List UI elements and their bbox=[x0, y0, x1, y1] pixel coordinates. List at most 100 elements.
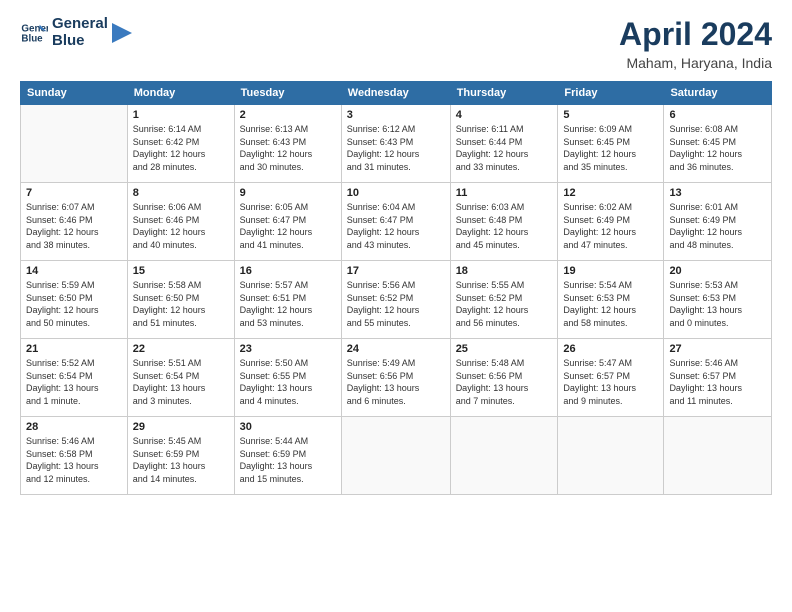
day-info: Sunrise: 5:59 AM Sunset: 6:50 PM Dayligh… bbox=[26, 279, 122, 329]
calendar-cell: 16 Sunrise: 5:57 AM Sunset: 6:51 PM Dayli… bbox=[234, 261, 341, 339]
day-info: Sunrise: 5:49 AM Sunset: 6:56 PM Dayligh… bbox=[347, 357, 445, 407]
day-number: 16 bbox=[240, 265, 336, 277]
day-number: 2 bbox=[240, 109, 336, 121]
calendar-cell: 27Sunrise: 5:46 AM Sunset: 6:57 PM Dayli… bbox=[664, 339, 772, 417]
day-info: Sunrise: 5:44 AM Sunset: 6:59 PM Dayligh… bbox=[240, 435, 336, 485]
day-info: Sunrise: 6:14 AM Sunset: 6:42 PM Dayligh… bbox=[133, 123, 229, 173]
calendar-cell bbox=[341, 417, 450, 495]
day-info: Sunrise: 5:58 AM Sunset: 6:50 PM Dayligh… bbox=[133, 279, 229, 329]
calendar-cell: 30Sunrise: 5:44 AM Sunset: 6:59 PM Dayli… bbox=[234, 417, 341, 495]
header-wednesday: Wednesday bbox=[341, 82, 450, 105]
logo-icon: General Blue bbox=[20, 19, 48, 47]
day-number: 20 bbox=[669, 265, 766, 277]
day-info: Sunrise: 6:01 AM Sunset: 6:49 PM Dayligh… bbox=[669, 201, 766, 251]
day-info: Sunrise: 5:54 AM Sunset: 6:53 PM Dayligh… bbox=[563, 279, 658, 329]
day-info: Sunrise: 6:13 AM Sunset: 6:43 PM Dayligh… bbox=[240, 123, 336, 173]
calendar-header-row: Sunday Monday Tuesday Wednesday Thursday… bbox=[21, 82, 772, 105]
calendar-cell: 14 Sunrise: 5:59 AM Sunset: 6:50 PM Dayli… bbox=[21, 261, 128, 339]
day-number: 22 bbox=[133, 343, 229, 355]
day-number: 29 bbox=[133, 421, 229, 433]
day-number: 3 bbox=[347, 109, 445, 121]
day-info: Sunrise: 5:47 AM Sunset: 6:57 PM Dayligh… bbox=[563, 357, 658, 407]
header-saturday: Saturday bbox=[664, 82, 772, 105]
day-info: Sunrise: 6:05 AM Sunset: 6:47 PM Dayligh… bbox=[240, 201, 336, 251]
day-info: Sunrise: 5:51 AM Sunset: 6:54 PM Dayligh… bbox=[133, 357, 229, 407]
day-number: 28 bbox=[26, 421, 122, 433]
day-info: Sunrise: 5:52 AM Sunset: 6:54 PM Dayligh… bbox=[26, 357, 122, 407]
calendar-cell: 5 Sunrise: 6:09 AM Sunset: 6:45 PM Daylig… bbox=[558, 105, 664, 183]
calendar-week-1: 1 Sunrise: 6:14 AM Sunset: 6:42 PM Daylig… bbox=[21, 105, 772, 183]
day-number: 18 bbox=[456, 265, 553, 277]
calendar-cell bbox=[558, 417, 664, 495]
logo-text-block: General Blue bbox=[52, 16, 108, 49]
logo-line2: Blue bbox=[52, 33, 108, 50]
day-number: 11 bbox=[456, 187, 553, 199]
calendar-cell: 25 Sunrise: 5:48 AM Sunset: 6:56 PM Dayli… bbox=[450, 339, 558, 417]
day-number: 10 bbox=[347, 187, 445, 199]
day-number: 19 bbox=[563, 265, 658, 277]
calendar-cell: 29Sunrise: 5:45 AM Sunset: 6:59 PM Dayli… bbox=[127, 417, 234, 495]
day-info: Sunrise: 5:57 AM Sunset: 6:51 PM Dayligh… bbox=[240, 279, 336, 329]
svg-text:Blue: Blue bbox=[21, 33, 43, 44]
header-monday: Monday bbox=[127, 82, 234, 105]
day-info: Sunrise: 5:48 AM Sunset: 6:56 PM Dayligh… bbox=[456, 357, 553, 407]
header-sunday: Sunday bbox=[21, 82, 128, 105]
calendar-cell: 9 Sunrise: 6:05 AM Sunset: 6:47 PM Daylig… bbox=[234, 183, 341, 261]
day-number: 13 bbox=[669, 187, 766, 199]
day-info: Sunrise: 6:09 AM Sunset: 6:45 PM Dayligh… bbox=[563, 123, 658, 173]
title-area: April 2024 Maham, Haryana, India bbox=[619, 16, 772, 71]
day-number: 15 bbox=[133, 265, 229, 277]
header-friday: Friday bbox=[558, 82, 664, 105]
calendar-cell: 19 Sunrise: 5:54 AM Sunset: 6:53 PM Dayli… bbox=[558, 261, 664, 339]
day-info: Sunrise: 5:55 AM Sunset: 6:52 PM Dayligh… bbox=[456, 279, 553, 329]
page-container: General Blue General Blue April 2024 Mah… bbox=[0, 0, 792, 612]
month-title: April 2024 bbox=[619, 16, 772, 53]
day-number: 27 bbox=[669, 343, 766, 355]
calendar-week-3: 14 Sunrise: 5:59 AM Sunset: 6:50 PM Dayli… bbox=[21, 261, 772, 339]
day-info: Sunrise: 6:08 AM Sunset: 6:45 PM Dayligh… bbox=[669, 123, 766, 173]
day-number: 5 bbox=[563, 109, 658, 121]
day-info: Sunrise: 5:50 AM Sunset: 6:55 PM Dayligh… bbox=[240, 357, 336, 407]
day-number: 4 bbox=[456, 109, 553, 121]
calendar-cell: 20Sunrise: 5:53 AM Sunset: 6:53 PM Dayli… bbox=[664, 261, 772, 339]
day-number: 17 bbox=[347, 265, 445, 277]
day-number: 25 bbox=[456, 343, 553, 355]
calendar-cell: 22 Sunrise: 5:51 AM Sunset: 6:54 PM Dayli… bbox=[127, 339, 234, 417]
day-info: Sunrise: 6:03 AM Sunset: 6:48 PM Dayligh… bbox=[456, 201, 553, 251]
day-number: 6 bbox=[669, 109, 766, 121]
logo-line1: General bbox=[52, 16, 108, 33]
header-thursday: Thursday bbox=[450, 82, 558, 105]
day-number: 7 bbox=[26, 187, 122, 199]
calendar-cell: 18 Sunrise: 5:55 AM Sunset: 6:52 PM Dayli… bbox=[450, 261, 558, 339]
header-tuesday: Tuesday bbox=[234, 82, 341, 105]
day-info: Sunrise: 6:12 AM Sunset: 6:43 PM Dayligh… bbox=[347, 123, 445, 173]
day-number: 14 bbox=[26, 265, 122, 277]
calendar-cell: 17 Sunrise: 5:56 AM Sunset: 6:52 PM Dayli… bbox=[341, 261, 450, 339]
calendar-week-2: 7 Sunrise: 6:07 AM Sunset: 6:46 PM Daylig… bbox=[21, 183, 772, 261]
day-number: 9 bbox=[240, 187, 336, 199]
header-area: General Blue General Blue April 2024 Mah… bbox=[20, 16, 772, 71]
calendar-cell bbox=[21, 105, 128, 183]
calendar-cell: 3 Sunrise: 6:12 AM Sunset: 6:43 PM Daylig… bbox=[341, 105, 450, 183]
logo-arrow-icon bbox=[112, 23, 132, 43]
calendar-cell: 15 Sunrise: 5:58 AM Sunset: 6:50 PM Dayli… bbox=[127, 261, 234, 339]
day-info: Sunrise: 6:07 AM Sunset: 6:46 PM Dayligh… bbox=[26, 201, 122, 251]
location-subtitle: Maham, Haryana, India bbox=[619, 55, 772, 71]
calendar-cell: 4 Sunrise: 6:11 AM Sunset: 6:44 PM Daylig… bbox=[450, 105, 558, 183]
calendar-cell: 23 Sunrise: 5:50 AM Sunset: 6:55 PM Dayli… bbox=[234, 339, 341, 417]
calendar-cell: 11 Sunrise: 6:03 AM Sunset: 6:48 PM Dayli… bbox=[450, 183, 558, 261]
day-number: 26 bbox=[563, 343, 658, 355]
calendar-cell: 2 Sunrise: 6:13 AM Sunset: 6:43 PM Daylig… bbox=[234, 105, 341, 183]
day-number: 21 bbox=[26, 343, 122, 355]
calendar-cell: 1 Sunrise: 6:14 AM Sunset: 6:42 PM Daylig… bbox=[127, 105, 234, 183]
calendar-cell: 10Sunrise: 6:04 AM Sunset: 6:47 PM Dayli… bbox=[341, 183, 450, 261]
day-number: 23 bbox=[240, 343, 336, 355]
day-number: 8 bbox=[133, 187, 229, 199]
logo: General Blue General Blue bbox=[20, 16, 132, 49]
calendar-cell: 13 Sunrise: 6:01 AM Sunset: 6:49 PM Dayli… bbox=[664, 183, 772, 261]
day-info: Sunrise: 5:56 AM Sunset: 6:52 PM Dayligh… bbox=[347, 279, 445, 329]
day-info: Sunrise: 6:11 AM Sunset: 6:44 PM Dayligh… bbox=[456, 123, 553, 173]
calendar-cell: 7 Sunrise: 6:07 AM Sunset: 6:46 PM Daylig… bbox=[21, 183, 128, 261]
calendar-week-4: 21 Sunrise: 5:52 AM Sunset: 6:54 PM Dayli… bbox=[21, 339, 772, 417]
day-number: 1 bbox=[133, 109, 229, 121]
